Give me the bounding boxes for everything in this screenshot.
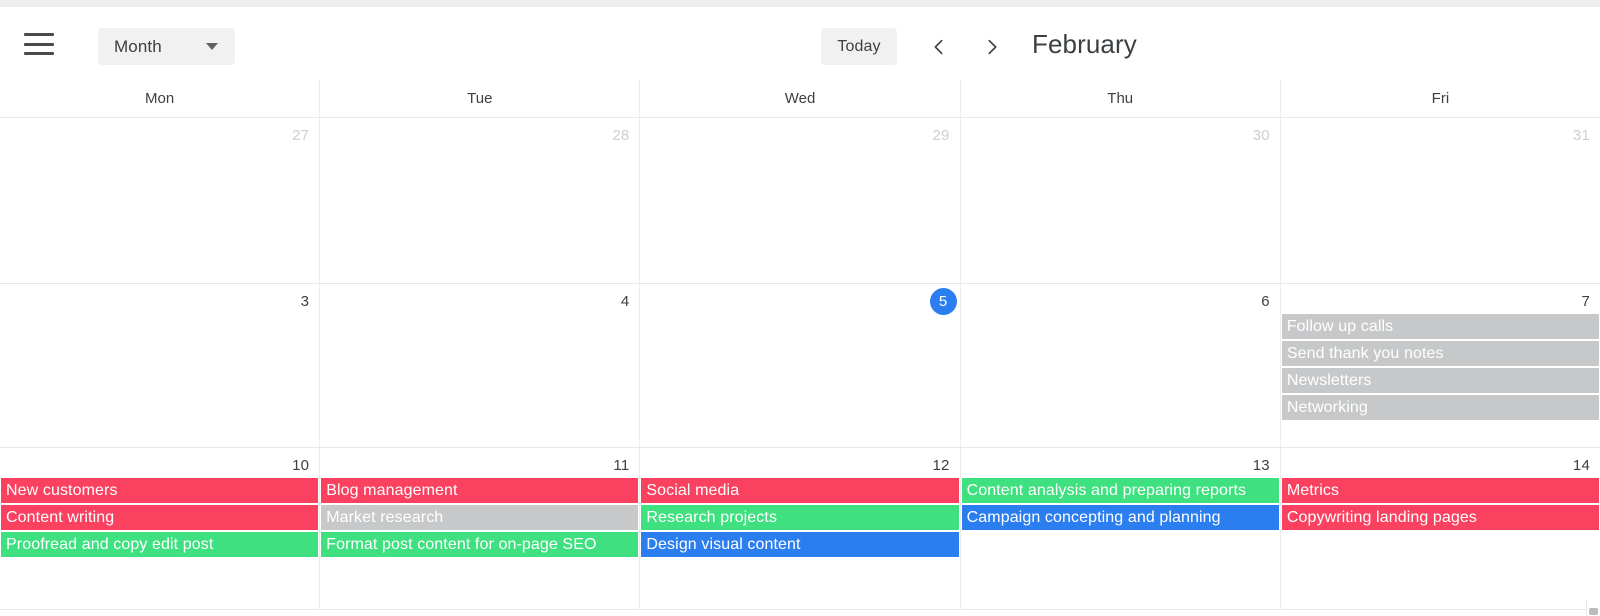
calendar-event[interactable]: Campaign concepting and planning [961,505,1279,530]
view-mode-label: Month [114,36,162,56]
day-events [961,314,1280,447]
day-events: New customers Content writing Proofread an… [0,478,319,609]
day-cell-11[interactable]: 11 Blog management Market research Format p… [319,448,640,609]
calendar-event[interactable]: Social media [641,478,959,503]
day-number[interactable]: 28 [320,118,639,148]
day-number[interactable]: 3 [0,284,319,314]
day-events: Content analysis and preparing reports Ca… [961,478,1280,609]
day-cell-7[interactable]: 7 Follow up calls Send thank you notes News… [1279,284,1600,447]
day-number[interactable]: 6 [961,284,1280,314]
calendar-event[interactable]: Design visual content [641,532,959,557]
calendar-event[interactable]: Send thank you notes [1281,341,1600,366]
day-cell-4[interactable]: 4 [319,284,640,447]
day-events [961,148,1280,283]
day-number[interactable]: 4 [320,284,639,314]
day-cell-31[interactable]: 31 [1279,118,1600,283]
hamburger-bar [24,42,54,46]
day-number[interactable]: 29 [640,118,959,148]
day-events [320,148,639,283]
day-events: Metrics Copywriting landing pages [1281,478,1600,609]
calendar-event[interactable]: Newsletters [1281,368,1600,393]
calendar-event[interactable]: Format post content for on-page SEO [321,532,639,557]
day-cell-3[interactable]: 3 [0,284,320,447]
day-events [0,148,319,283]
page-title: February [1032,29,1137,59]
day-events: Follow up calls Send thank you notes Newsl… [1281,314,1600,447]
top-strip [0,0,1600,7]
view-mode-select[interactable]: Month [98,28,235,65]
day-number[interactable]: 10 [0,448,319,478]
calendar-event[interactable]: Proofread and copy edit post [1,532,319,557]
calendar-week-row: 27 28 29 30 31 [0,118,1600,284]
calendar-event[interactable]: Content writing [1,505,319,530]
day-cell-13[interactable]: 13 Content analysis and preparing reports… [959,448,1280,609]
day-events [640,148,959,283]
calendar-week-row: 3 4 5 6 7 Follow up calls Send thank you notes… [0,284,1600,448]
calendar-event[interactable]: Market research [321,505,639,530]
scrollbar-thumb[interactable] [1589,608,1598,615]
calendar-app: Month Today February Mon Tue Wed Thu Fri 27 2… [0,0,1600,616]
day-events [320,314,639,447]
day-number[interactable]: 7 [1281,284,1600,314]
hamburger-bar [24,33,54,36]
day-events: Social media Research projects Design visu… [640,478,959,609]
previous-month-button[interactable] [921,29,957,65]
chevron-right-icon [988,39,997,55]
day-number[interactable]: 31 [1281,118,1600,148]
day-number[interactable]: 30 [961,118,1280,148]
day-number[interactable]: 14 [1281,448,1600,478]
calendar-event[interactable]: Metrics [1281,478,1600,503]
day-number[interactable]: 27 [0,118,319,148]
day-cell-14[interactable]: 14 Metrics Copywriting landing pages [1279,448,1600,609]
weekday-header-wed: Wed [639,80,959,117]
day-cell-27[interactable]: 27 [0,118,320,283]
day-cell-6[interactable]: 6 [959,284,1280,447]
weekday-header-row: Mon Tue Wed Thu Fri [0,80,1600,118]
day-cell-5[interactable]: 5 [639,284,960,447]
today-badge: 5 [929,288,957,315]
calendar-event[interactable]: Networking [1281,395,1600,420]
calendar-toolbar: Month Today February [0,7,1600,80]
hamburger-menu-icon[interactable] [24,33,54,55]
day-number[interactable]: 13 [961,448,1280,478]
day-number-today[interactable]: 5 [640,284,959,315]
day-events: Blog management Market research Format pos… [320,478,639,609]
next-month-button[interactable] [974,29,1010,65]
day-events [640,314,959,447]
day-number[interactable]: 11 [320,448,639,478]
chevron-down-icon [206,43,218,50]
day-cell-10[interactable]: 10 New customers Content writing Proofread … [0,448,320,609]
day-events [0,314,319,447]
day-cell-29[interactable]: 29 [639,118,960,283]
calendar-event[interactable]: New customers [1,478,319,503]
day-cell-28[interactable]: 28 [319,118,640,283]
chevron-left-icon [934,39,943,55]
weekday-header-thu: Thu [959,80,1280,117]
calendar-event[interactable]: Blog management [321,478,639,503]
scrollbar-corner[interactable] [1586,600,1600,616]
day-cell-12[interactable]: 12 Social media Research projects Design vi… [639,448,960,609]
calendar-week-row: 10 New customers Content writing Proofread … [0,448,1600,610]
calendar-event[interactable]: Follow up calls [1281,314,1600,339]
day-events [1281,148,1600,283]
today-button[interactable]: Today [821,28,897,65]
calendar-event[interactable]: Content analysis and preparing reports [961,478,1279,503]
calendar-grid: 27 28 29 30 31 3 4 5 6 7 Follow up calls Send thank… [0,118,1600,616]
calendar-event[interactable]: Copywriting landing pages [1281,505,1600,530]
day-number[interactable]: 12 [640,448,959,478]
hamburger-bar [24,52,54,55]
day-cell-30[interactable]: 30 [959,118,1280,283]
weekday-header-tue: Tue [319,80,639,117]
calendar-event[interactable]: Research projects [641,505,959,530]
weekday-header-mon: Mon [145,90,175,107]
weekday-header-fri: Fri [1279,80,1600,117]
